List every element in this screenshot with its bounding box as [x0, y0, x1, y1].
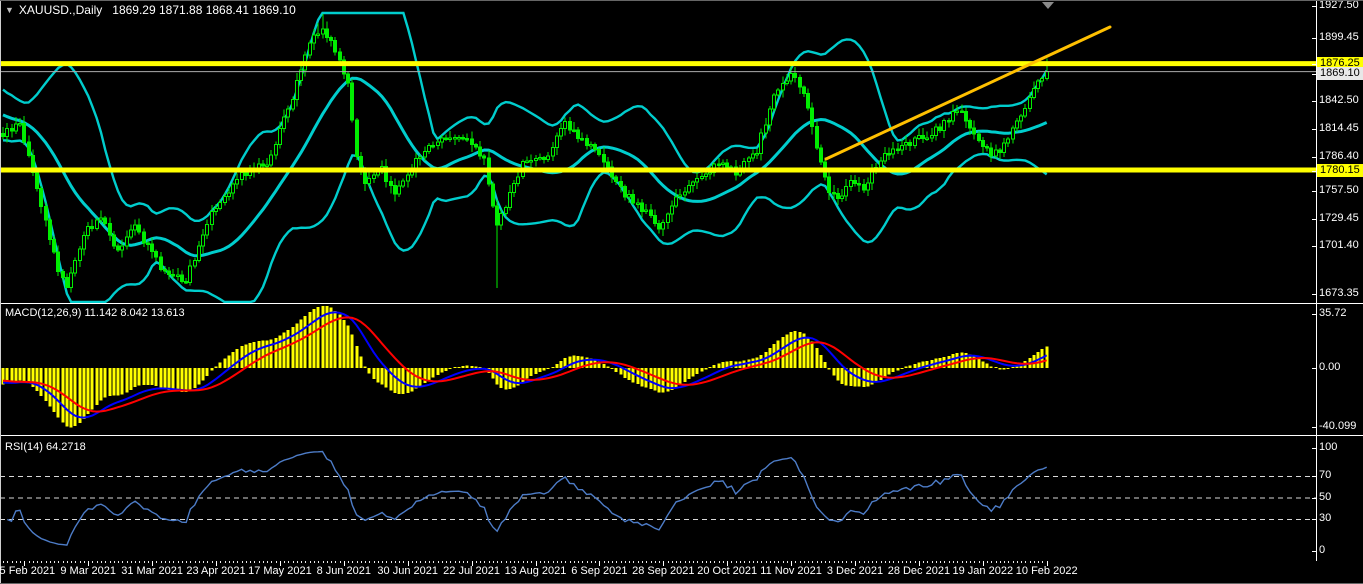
price-axis-label: 1673.35	[1319, 287, 1359, 300]
rsi-axis-label: 100	[1319, 441, 1337, 454]
date-axis-label: 30 Jun 2021	[377, 565, 438, 578]
date-axis-label: 8 Jun 2021	[317, 565, 371, 578]
date-axis-label: 6 Sep 2021	[571, 565, 627, 578]
macd-indicator-label: MACD(12,26,9) 11.142 8.042 13.613	[5, 307, 185, 320]
macd-main-line	[3, 312, 1047, 417]
rsi-axis-label: 0	[1319, 544, 1325, 557]
macd-axis-label: -40.099	[1319, 420, 1356, 433]
price-axis-label: 1786.40	[1319, 150, 1359, 163]
date-axis-label: 3 Dec 2021	[827, 565, 883, 578]
symbol-period-label: XAUUSD.,Daily	[19, 3, 102, 17]
date-axis-label: 22 Jul 2021	[443, 565, 500, 578]
price-axis-label: 1757.50	[1319, 184, 1359, 197]
chart-shift-marker-icon	[1042, 2, 1054, 9]
date-axis-label: 9 Mar 2021	[60, 565, 116, 578]
symbol-dropdown-icon[interactable]: ▼	[5, 5, 14, 15]
date-axis-label: 19 Jan 2022	[953, 565, 1014, 578]
price-axis-label: 1814.45	[1319, 122, 1359, 135]
candles-layer	[2, 14, 1049, 292]
date-axis-label: 31 Mar 2021	[121, 565, 183, 578]
price-axis-label: 1729.45	[1319, 212, 1359, 225]
price-axis-label: 1899.45	[1319, 31, 1359, 44]
date-axis-label: 28 Dec 2021	[888, 565, 950, 578]
rsi-axis-label: 70	[1319, 469, 1331, 482]
bollinger-upper-band	[3, 13, 1047, 221]
price-axis-label-highlighted: 1869.10	[1317, 67, 1363, 80]
macd-axis-label: 0.00	[1319, 361, 1340, 374]
date-axis-label: 10 Feb 2022	[1016, 565, 1078, 578]
macd-axis-label: 35.72	[1319, 307, 1347, 320]
chart-window: 1927.501899.451876.251869.101842.501814.…	[0, 0, 1363, 584]
price-axis-label: 1842.50	[1319, 94, 1359, 107]
date-axis-label: 23 Apr 2021	[186, 565, 245, 578]
date-axis-label: 17 May 2021	[248, 565, 312, 578]
rsi-indicator-label: RSI(14) 64.2718	[5, 441, 86, 454]
date-axis-label: 28 Sep 2021	[632, 565, 694, 578]
date-axis-label: 11 Nov 2021	[760, 565, 822, 578]
rsi-axis-label: 30	[1319, 512, 1331, 525]
date-axis-label: 20 Oct 2021	[697, 565, 757, 578]
price-axis-label-highlighted: 1780.15	[1317, 164, 1363, 177]
price-axis-label: 1927.50	[1319, 0, 1359, 12]
trend-line[interactable]	[826, 27, 1110, 159]
rsi-axis-label: 50	[1319, 491, 1331, 504]
macd-signal-line	[3, 317, 1047, 411]
price-axis-label: 1701.40	[1319, 239, 1359, 252]
date-axis-label: 13 Aug 2021	[505, 565, 567, 578]
date-axis-label: 15 Feb 2021	[0, 565, 55, 578]
ohlc-values: 1869.29 1871.88 1868.41 1869.10	[112, 3, 296, 17]
macd-histogram	[2, 306, 1049, 427]
chart-canvas[interactable]	[0, 1, 1363, 584]
chart-title: ▼ XAUUSD.,Daily 1869.29 1871.88 1868.41 18…	[5, 3, 296, 17]
